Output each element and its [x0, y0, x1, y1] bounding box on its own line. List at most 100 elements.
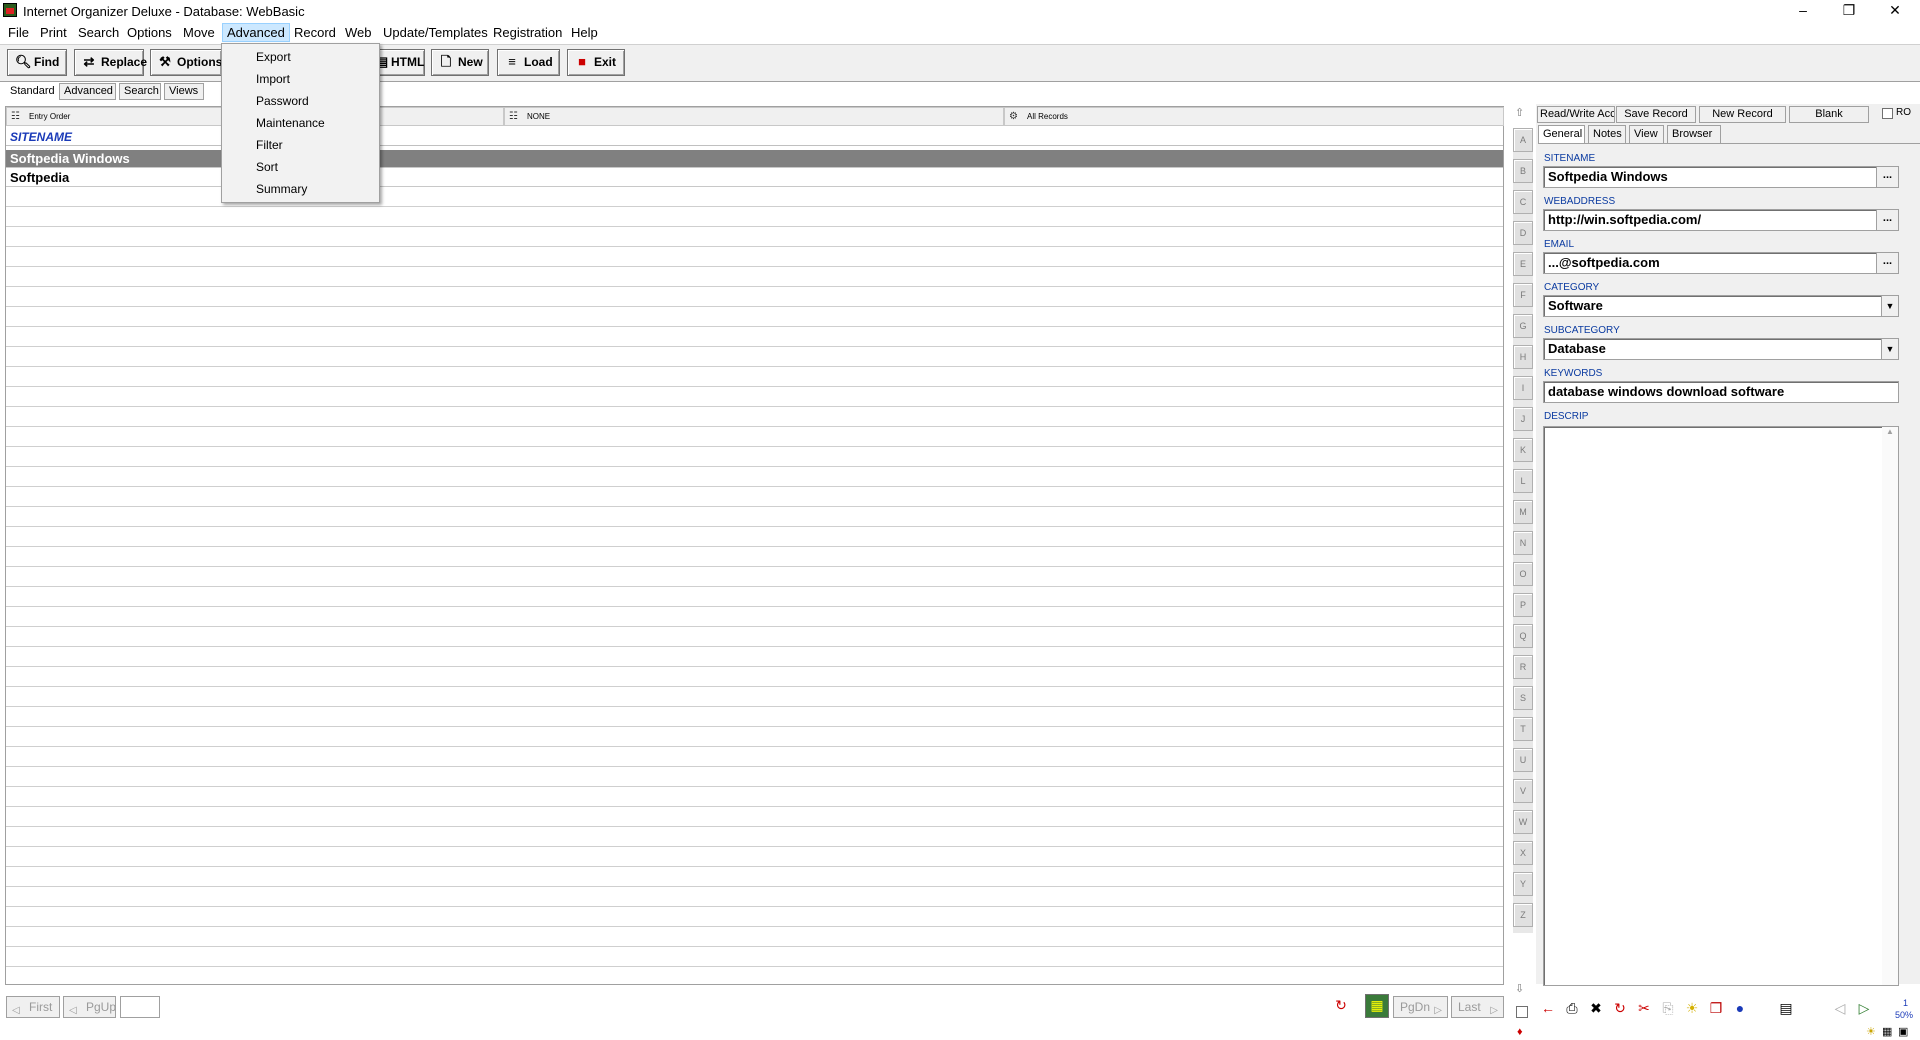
previous-record-icon[interactable]: ◁ [1830, 998, 1850, 1018]
alphabet-tab-t[interactable]: T [1513, 717, 1533, 741]
refresh-icon[interactable]: ↻ [1331, 995, 1351, 1015]
menu-update-templates[interactable]: Update/Templates [379, 23, 492, 42]
save-record-button[interactable]: Save Record [1616, 106, 1696, 123]
alphabet-tab-a[interactable]: A [1513, 128, 1533, 152]
tab-search[interactable]: Search [119, 83, 161, 100]
options-button[interactable]: ⚒ Options [150, 49, 222, 76]
menu-advanced[interactable]: Advanced [222, 23, 290, 42]
tab-standard[interactable]: Standard [5, 83, 55, 100]
descrip-textarea[interactable]: ▲ [1543, 426, 1899, 986]
alphabet-tab-o[interactable]: O [1513, 562, 1533, 586]
pgdn-button[interactable]: PgDn ▷ [1393, 996, 1448, 1018]
alphabet-tab-v[interactable]: V [1513, 779, 1533, 803]
scroll-down-icon[interactable]: ⇩ [1515, 982, 1524, 995]
minimize-button[interactable]: – [1780, 0, 1826, 22]
alphabet-tab-m[interactable]: M [1513, 500, 1533, 524]
alphabet-tab-i[interactable]: I [1513, 376, 1533, 400]
report-icon[interactable]: ▤ [1776, 998, 1796, 1018]
alphabet-tab-h[interactable]: H [1513, 345, 1533, 369]
menu-move[interactable]: Move [179, 23, 219, 42]
menu-item-filter[interactable]: Filter [223, 134, 378, 156]
pgup-button[interactable]: ◁ PgUp [63, 996, 116, 1018]
tab-browser[interactable]: Browser [1667, 125, 1721, 144]
sitename-ellipsis-button[interactable]: ... [1876, 167, 1898, 187]
bug-icon[interactable]: ♦ [1517, 1026, 1523, 1038]
paste-icon[interactable]: ❐ [1706, 998, 1726, 1018]
new-button[interactable]: 🗋︎ New [431, 49, 489, 76]
toggle-checkbox[interactable] [1516, 1006, 1528, 1018]
tab-advanced[interactable]: Advanced [59, 83, 116, 100]
refresh-icon[interactable]: ↻ [1610, 998, 1630, 1018]
menu-search[interactable]: Search [74, 23, 123, 42]
alphabet-tab-n[interactable]: N [1513, 531, 1533, 555]
chevron-down-icon[interactable]: ▼ [1881, 296, 1898, 316]
grid-icon[interactable]: ▦ [1882, 1025, 1892, 1038]
email-field[interactable]: ...@softpedia.com ... [1543, 252, 1899, 274]
tab-general[interactable]: General [1538, 125, 1585, 144]
subcategory-select[interactable]: Database ▼ [1543, 338, 1899, 360]
tab-views[interactable]: Views [164, 83, 204, 100]
alphabet-tab-p[interactable]: P [1513, 593, 1533, 617]
alphabet-tab-f[interactable]: F [1513, 283, 1533, 307]
menu-web[interactable]: Web [341, 23, 376, 42]
webaddress-ellipsis-button[interactable]: ... [1876, 210, 1898, 230]
descrip-scrollbar[interactable]: ▲ [1882, 427, 1898, 985]
lightbulb-icon[interactable]: ☀ [1682, 998, 1702, 1018]
menu-item-sort[interactable]: Sort [223, 156, 378, 178]
records-header[interactable]: ⚙ All Records [1004, 107, 1504, 126]
alphabet-tab-k[interactable]: K [1513, 438, 1533, 462]
restore-button[interactable]: ❐ [1826, 0, 1872, 22]
keywords-field[interactable]: database windows download software [1543, 381, 1899, 403]
printer-icon[interactable]: ⎙ [1562, 998, 1582, 1018]
next-record-icon[interactable]: ▷ [1854, 998, 1874, 1018]
menu-record[interactable]: Record [290, 23, 340, 42]
copy-icon[interactable]: ⎘ [1658, 998, 1678, 1018]
alphabet-tab-q[interactable]: Q [1513, 624, 1533, 648]
filter-header[interactable]: ☷ NONE [504, 107, 1004, 126]
alphabet-tab-d[interactable]: D [1513, 221, 1533, 245]
ro-checkbox[interactable] [1882, 108, 1893, 119]
globe-icon[interactable]: ● [1730, 998, 1750, 1018]
replace-button[interactable]: ⇄ Replace [74, 49, 147, 76]
camera-icon[interactable]: ▣ [1898, 1025, 1908, 1038]
exit-button[interactable]: ■ Exit [567, 49, 625, 76]
alphabet-tab-l[interactable]: L [1513, 469, 1533, 493]
alphabet-tab-r[interactable]: R [1513, 655, 1533, 679]
blank-button[interactable]: Blank [1789, 106, 1869, 123]
last-button[interactable]: Last ▷ [1451, 996, 1504, 1018]
access-mode-button[interactable]: Read/Write Acc [1537, 106, 1615, 123]
scroll-up-icon[interactable]: ⇧ [1515, 106, 1524, 119]
menu-item-password[interactable]: Password [223, 90, 378, 112]
load-button[interactable]: ≡ Load [497, 49, 560, 76]
chevron-down-icon[interactable]: ▼ [1881, 339, 1898, 359]
alphabet-tab-y[interactable]: Y [1513, 872, 1533, 896]
menu-item-export[interactable]: Export [223, 46, 378, 68]
alphabet-tab-g[interactable]: G [1513, 314, 1533, 338]
close-button[interactable]: ✕ [1872, 0, 1918, 22]
menu-help[interactable]: Help [567, 23, 602, 42]
menu-file[interactable]: File [4, 23, 33, 42]
menu-print[interactable]: Print [36, 23, 71, 42]
first-button[interactable]: ◁ First [6, 996, 60, 1018]
alphabet-tab-z[interactable]: Z [1513, 903, 1533, 927]
tab-view[interactable]: View [1629, 125, 1664, 144]
grid-icon[interactable]: ▦ [1365, 994, 1389, 1018]
alphabet-tab-j[interactable]: J [1513, 407, 1533, 431]
new-record-button[interactable]: New Record [1699, 106, 1786, 123]
alphabet-tab-w[interactable]: W [1513, 810, 1533, 834]
alphabet-tab-c[interactable]: C [1513, 190, 1533, 214]
find-button[interactable]: 🔍︎ Find [7, 49, 67, 76]
menu-options[interactable]: Options [123, 23, 176, 42]
trash-icon[interactable]: ✖ [1586, 998, 1606, 1018]
tab-notes[interactable]: Notes [1588, 125, 1626, 144]
alphabet-tab-e[interactable]: E [1513, 252, 1533, 276]
menu-item-import[interactable]: Import [223, 68, 378, 90]
alphabet-tab-s[interactable]: S [1513, 686, 1533, 710]
menu-item-summary[interactable]: Summary [223, 178, 378, 200]
category-select[interactable]: Software ▼ [1543, 295, 1899, 317]
page-number-input[interactable] [120, 996, 160, 1018]
lightbulb-icon[interactable]: ☀ [1866, 1025, 1876, 1038]
alphabet-tab-b[interactable]: B [1513, 159, 1533, 183]
menu-item-maintenance[interactable]: Maintenance [223, 112, 378, 134]
menu-registration[interactable]: Registration [489, 23, 566, 42]
